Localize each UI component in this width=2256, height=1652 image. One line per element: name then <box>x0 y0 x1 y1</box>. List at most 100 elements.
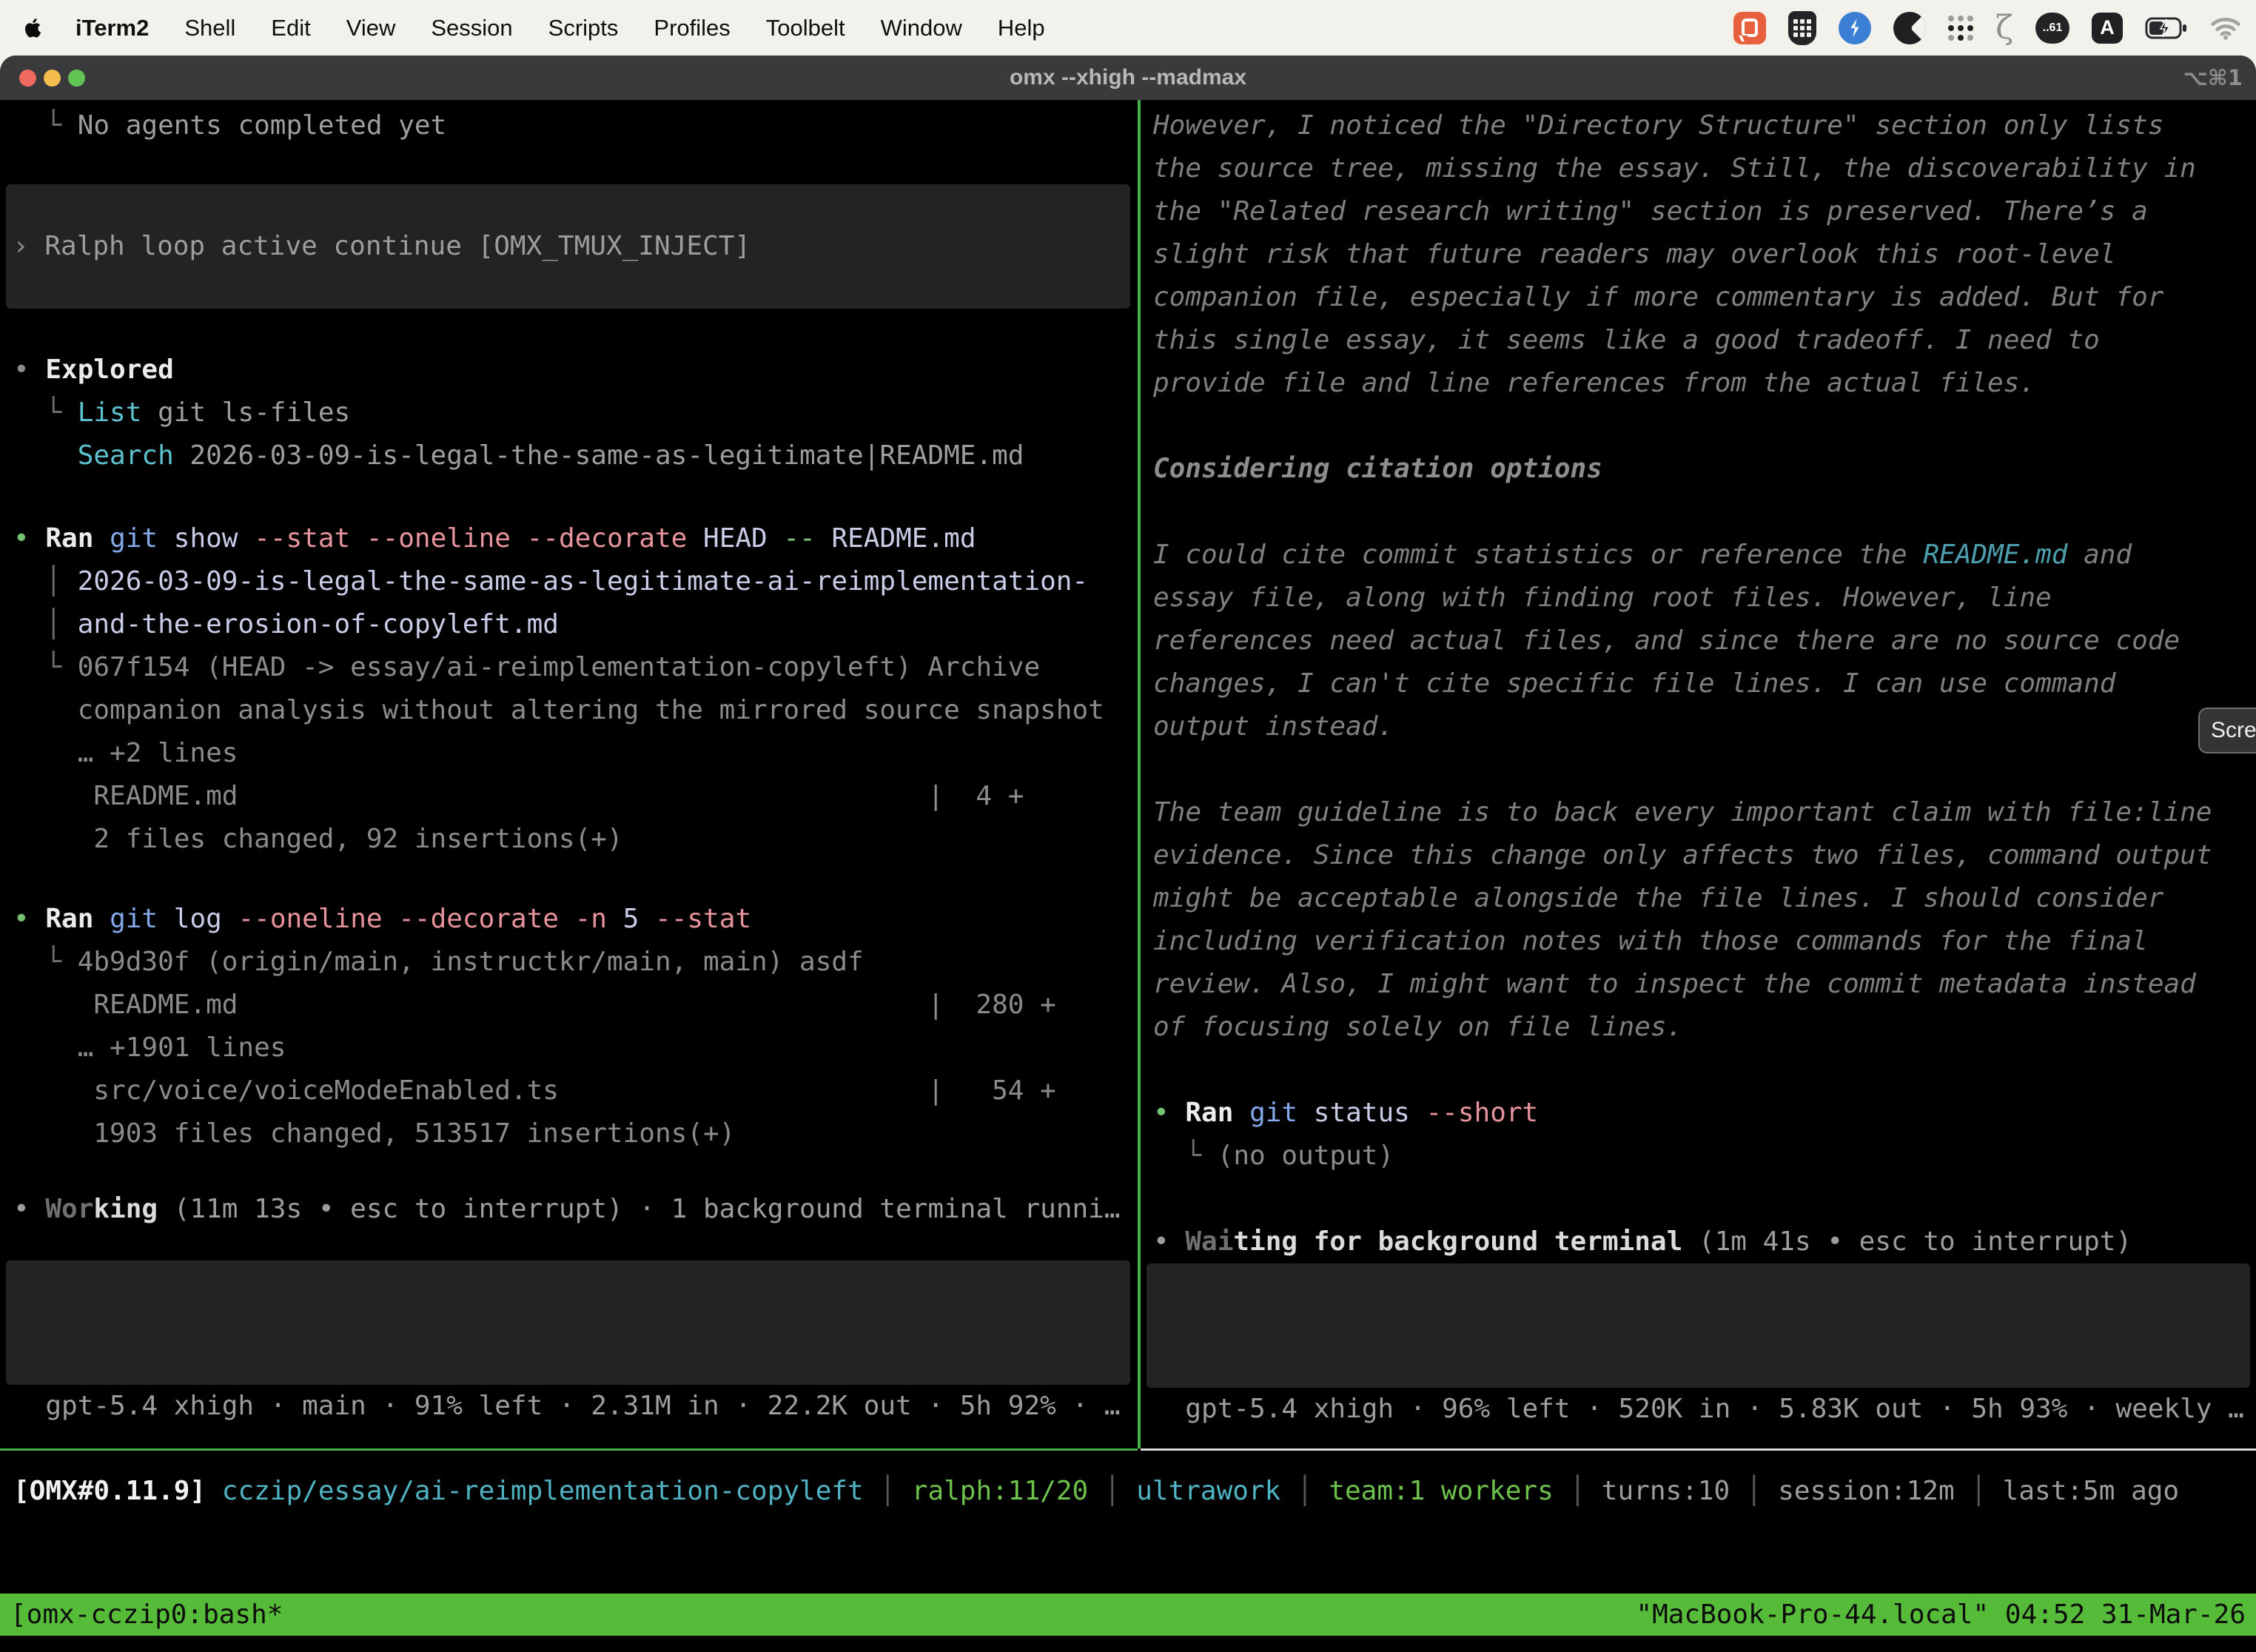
tmux-session-label: [omx-cczip0:bash* <box>10 1594 283 1636</box>
terminal-line: provide file and line references from th… <box>1153 362 2256 405</box>
terminal-line: output instead. <box>1153 705 2256 748</box>
terminal-line: changes, I can't cite specific file line… <box>1153 662 2256 705</box>
right-model-status-line: gpt-5.4 xhigh · 96% left · 520K in · 5.8… <box>1153 1388 2256 1431</box>
terminal-line: │ and-the-erosion-of-copyleft.md <box>13 603 1138 646</box>
menu-item-session[interactable]: Session <box>431 15 512 41</box>
terminal-line: might be acceptable alongside the file l… <box>1153 877 2256 920</box>
pane-divider-horizontal-right[interactable] <box>1141 1448 2256 1451</box>
terminal-line <box>1153 748 2256 791</box>
left-terminal-pane[interactable]: └ No agents completed yet › Ralph loop a… <box>0 100 1138 1448</box>
spacer <box>13 1231 1138 1260</box>
terminal-line: └ 4b9d30f (origin/main, instructkr/main,… <box>13 941 1138 984</box>
terminal-line: However, I noticed the "Directory Struct… <box>1153 104 2256 147</box>
terminal-line: review. Also, I might want to inspect th… <box>1153 963 2256 1006</box>
menu-item-help[interactable]: Help <box>998 15 1045 41</box>
terminal-line: including verification notes with those … <box>1153 920 2256 963</box>
zoom-button[interactable] <box>68 70 85 87</box>
menu-item-profiles[interactable]: Profiles <box>654 15 730 41</box>
terminal-line: references need actual files, and since … <box>1153 620 2256 662</box>
terminal-line: gpt-5.4 xhigh · main · 91% left · 2.31M … <box>13 1385 1138 1428</box>
terminal-line: companion file, especially if more comme… <box>1153 276 2256 319</box>
terminal-line: I could cite commit statistics or refere… <box>1153 534 2256 577</box>
terminal-line: this single essay, it seems like a good … <box>1153 319 2256 362</box>
letter-a-icon[interactable]: A <box>2092 10 2123 46</box>
terminal-line: src/voice/voiceModeEnabled.ts | 54 + <box>13 1070 1138 1112</box>
spacer <box>13 861 1138 898</box>
messages-icon[interactable] <box>1733 10 1766 46</box>
ralph-loop-box[interactable]: › Ralph loop active continue [OMX_TMUX_I… <box>6 184 1130 309</box>
terminal-line: 2 files changed, 92 insertions(+) <box>13 818 1138 861</box>
terminal-line: [OMX#0.11.9] cczip/essay/ai-reimplementa… <box>13 1470 2256 1513</box>
terminal-line: Search 2026-03-09-is-legal-the-same-as-l… <box>13 434 1138 477</box>
window-controls <box>19 56 85 100</box>
terminal-line: of focusing solely on file lines. <box>1153 1006 2256 1049</box>
terminal-line: └ List git ls-files <box>13 392 1138 434</box>
grid-dots-icon[interactable] <box>1948 10 1973 46</box>
terminal-line: 1903 files changed, 513517 insertions(+) <box>13 1112 1138 1155</box>
blue-bolt-icon[interactable] <box>1839 10 1871 46</box>
left-prompt-input[interactable]: › Improve documentation in @filename <box>6 1260 1130 1385</box>
reasoning-text: However, I noticed the "Directory Struct… <box>1153 104 2256 1263</box>
title-bar[interactable]: omx --xhigh --madmax ⌥⌘1 <box>0 56 2256 100</box>
terminal-line: • Ran git show --stat --oneline --decora… <box>13 517 1138 560</box>
shield-grid-icon[interactable] <box>1788 10 1816 46</box>
terminal-line: The team guideline is to back every impo… <box>1153 791 2256 834</box>
minimize-button[interactable] <box>44 70 61 87</box>
terminal-line: Considering citation options <box>1153 448 2256 491</box>
window-title: omx --xhigh --madmax <box>1010 65 1246 90</box>
screen-notification-chip[interactable]: Scre <box>2198 708 2256 753</box>
terminal-line: • Working (11m 13s • esc to interrupt) ·… <box>13 1188 1138 1231</box>
spacer <box>13 1155 1138 1188</box>
right-prompt-input[interactable]: › Improve documentation in @filename <box>1147 1263 2250 1388</box>
agents-status-lines: └ No agents completed yet <box>13 104 1138 147</box>
tmux-status-bar: [omx-cczip0:bash* "MacBook-Pro-44.local"… <box>0 1594 2256 1636</box>
wifi-icon[interactable] <box>2210 10 2241 46</box>
menu-item-scripts[interactable]: Scripts <box>548 15 619 41</box>
pane-divider-horizontal-left[interactable] <box>0 1448 1138 1451</box>
terminal-line <box>1153 405 2256 448</box>
menu-item-view[interactable]: View <box>346 15 396 41</box>
menu-item-iterm2[interactable]: iTerm2 <box>75 15 149 41</box>
terminal-line: README.md | 4 + <box>13 775 1138 818</box>
terminal-line: … +2 lines <box>13 732 1138 775</box>
menu-item-window[interactable]: Window <box>881 15 962 41</box>
terminal-line: README.md | 280 + <box>13 984 1138 1027</box>
working-status-line: • Working (11m 13s • esc to interrupt) ·… <box>13 1188 1138 1231</box>
spacer <box>13 477 1138 517</box>
terminal-line: └ No agents completed yet <box>13 104 1138 147</box>
terminal-line: • Ran git status --short <box>1153 1092 2256 1135</box>
apple-icon <box>22 17 44 39</box>
right-terminal-pane[interactable]: However, I noticed the "Directory Struct… <box>1141 100 2256 1448</box>
terminal-area: └ No agents completed yet › Ralph loop a… <box>0 100 2256 1652</box>
terminal-line: │ 2026-03-09-is-legal-the-same-as-legiti… <box>13 560 1138 603</box>
close-button[interactable] <box>19 70 36 87</box>
omx-status-line: [OMX#0.11.9] cczip/essay/ai-reimplementa… <box>13 1470 2256 1513</box>
explored-section: • Explored └ List git ls-files Search 20… <box>13 349 1138 477</box>
terminal-line: companion analysis without altering the … <box>13 689 1138 732</box>
shutter-icon[interactable] <box>1893 10 1926 46</box>
window-shortcut-hint: ⌥⌘1 <box>2183 65 2243 90</box>
terminal-line <box>1153 1178 2256 1220</box>
terminal-line: › Ralph loop active continue [OMX_TMUX_I… <box>13 225 751 268</box>
badge-61-icon[interactable]: ..61 <box>2035 10 2069 46</box>
tmux-host-clock: "MacBook-Pro-44.local" 04:52 31-Mar-26 <box>1636 1594 2246 1636</box>
terminal-line <box>1153 1049 2256 1092</box>
hook-icon[interactable]: ζ <box>1995 10 2013 46</box>
battery-icon[interactable] <box>2145 10 2188 46</box>
menu-item-edit[interactable]: Edit <box>271 15 310 41</box>
menu-item-toolbelt[interactable]: Toolbelt <box>766 15 845 41</box>
terminal-line: the "Related research writing" section i… <box>1153 190 2256 233</box>
terminal-line: … +1901 lines <box>13 1027 1138 1070</box>
spacer <box>13 309 1138 349</box>
menu-status-icons: ζ ..61 A <box>1733 10 2241 46</box>
git-show-section: • Ran git show --stat --oneline --decora… <box>13 517 1138 861</box>
menu-item-shell[interactable]: Shell <box>184 15 235 41</box>
terminal-line: slight risk that future readers may over… <box>1153 233 2256 276</box>
terminal-line: └ (no output) <box>1153 1135 2256 1178</box>
terminal-line: └ 067f154 (HEAD -> essay/ai-reimplementa… <box>13 646 1138 689</box>
terminal-line: essay file, along with finding root file… <box>1153 577 2256 620</box>
menu-items: iTerm2 Shell Edit View Session Scripts Profile… <box>75 15 1081 41</box>
apple-menu[interactable] <box>22 16 44 41</box>
terminal-line: • Ran git log --oneline --decorate -n 5 … <box>13 898 1138 941</box>
spacer <box>13 147 1138 184</box>
